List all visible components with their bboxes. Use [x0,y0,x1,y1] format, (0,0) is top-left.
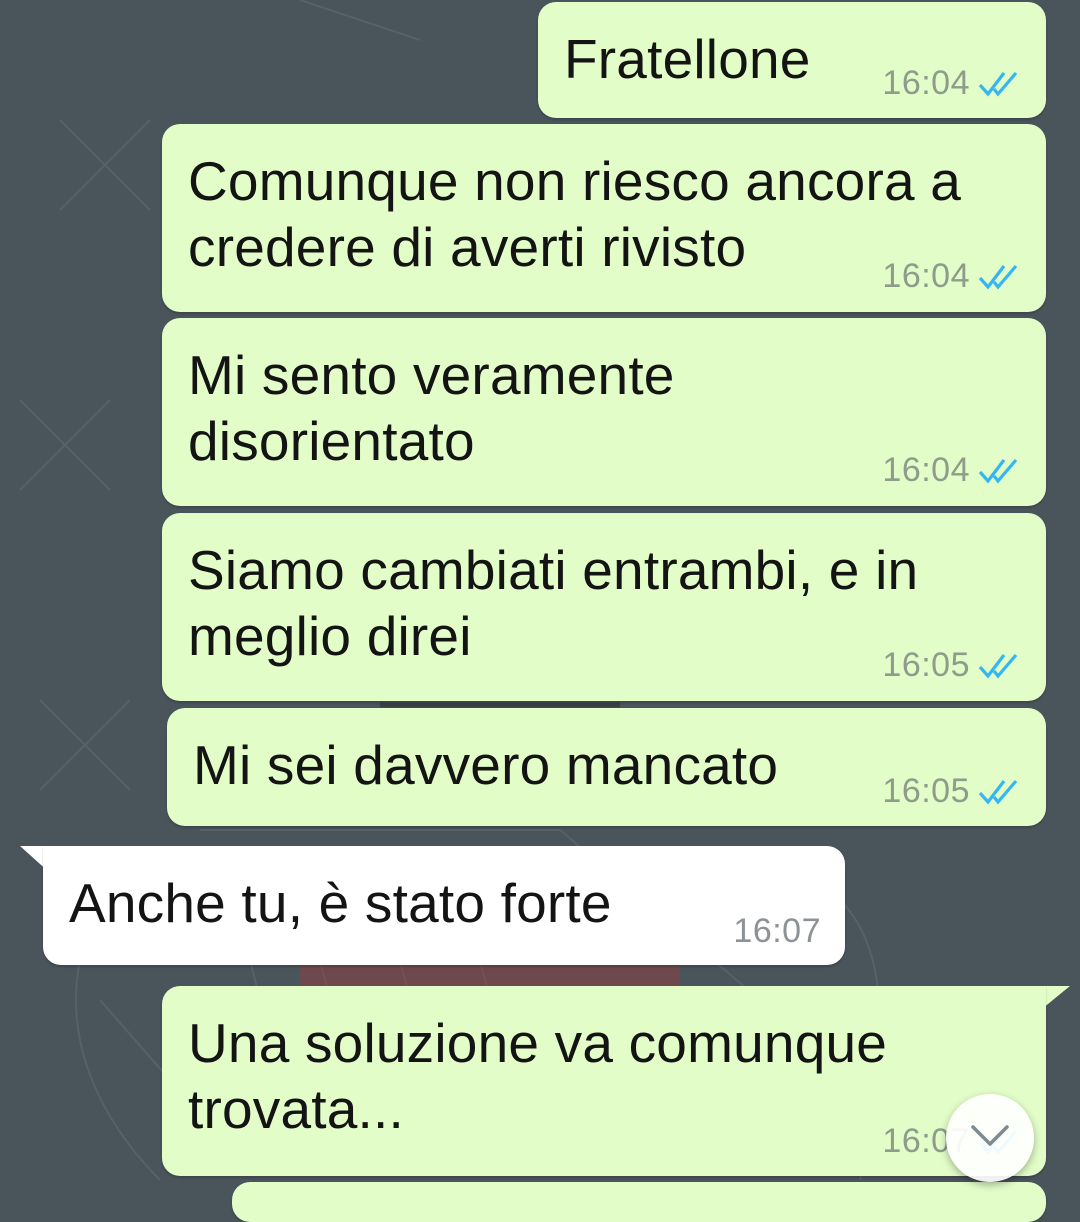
outgoing-message[interactable]: Mi sento veramente disorientato 16:04 [162,318,1046,506]
read-ticks-icon [978,457,1022,485]
message-time: 16:04 [882,257,970,295]
outgoing-message[interactable]: Mi sei davvero mancato 16:05 [167,708,1046,826]
read-ticks-icon [978,263,1022,291]
message-text: Siamo cambiati entrambi, e in meglio dir… [188,539,919,667]
read-ticks-icon [978,652,1022,680]
message-time: 16:04 [882,451,970,489]
message-list[interactable]: Fratellone 16:04 Comunque non riesco anc… [0,0,1080,1222]
message-text: Anche tu, è stato forte [69,872,612,934]
outgoing-message[interactable]: Comunque non riesco ancora a credere di … [162,124,1046,312]
message-text: Mi sei davvero mancato [193,734,779,796]
message-text: Fratellone [564,28,811,90]
chevron-down-icon [970,1123,1010,1154]
message-text: Comunque non riesco ancora a credere di … [188,150,962,278]
outgoing-message[interactable]: Siamo cambiati entrambi, e in meglio dir… [162,513,1046,701]
message-time: 16:04 [882,64,970,102]
message-text: Mi sento veramente disorientato [188,344,675,472]
outgoing-message[interactable]: Una soluzione va comunque trovata... 16:… [162,986,1046,1176]
message-time: 16:07 [733,912,821,950]
message-text: Una soluzione va comunque trovata... [188,1012,888,1140]
message-time: 16:05 [882,646,970,684]
message-time: 16:05 [882,772,970,810]
outgoing-message-partial[interactable] [232,1182,1046,1222]
scroll-to-bottom-button[interactable] [946,1094,1034,1182]
read-ticks-icon [978,778,1022,806]
incoming-message[interactable]: Anche tu, è stato forte 16:07 [43,846,845,965]
read-ticks-icon [978,70,1022,98]
outgoing-message[interactable]: Fratellone 16:04 [538,2,1046,118]
